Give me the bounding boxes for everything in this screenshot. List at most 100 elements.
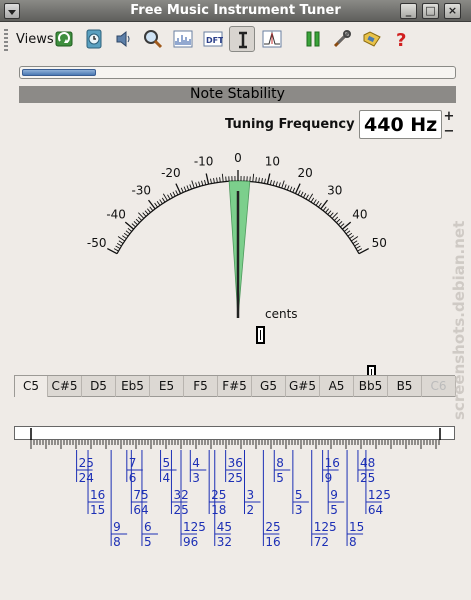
- ratio-denominator: 6: [129, 471, 137, 485]
- gauge-tick: [325, 208, 330, 213]
- note-tab-a5[interactable]: A5: [320, 376, 354, 397]
- ratio-denominator: 18: [211, 503, 226, 517]
- gauge-tick: [123, 232, 129, 237]
- note-tab-g5[interactable]: G5: [252, 376, 286, 397]
- error-band: [228, 180, 251, 319]
- ratio-denominator: 64: [368, 503, 383, 517]
- gauge-tick: [264, 178, 266, 184]
- dft-icon[interactable]: DFT: [200, 26, 226, 52]
- ratio-numerator: 9: [113, 520, 121, 534]
- ratio-numerator: 75: [133, 488, 148, 502]
- ratio-numerator: 3: [247, 488, 255, 502]
- gauge-tick-label: 10: [265, 155, 280, 169]
- ratio-numerator: 7: [129, 456, 137, 470]
- ratio-numerator: 15: [349, 520, 364, 534]
- gauge-tick: [142, 212, 147, 217]
- ratio-denominator: 15: [90, 503, 105, 517]
- pitch-marker-upper: [256, 326, 265, 344]
- note-tab-fsharp5[interactable]: F#5: [218, 376, 252, 397]
- gauge-tick: [318, 202, 322, 208]
- gauge-tick: [310, 197, 315, 203]
- gauge-tick: [292, 187, 296, 193]
- gauge-tick-label: -50: [87, 236, 107, 250]
- help-icon[interactable]: ?: [389, 26, 415, 52]
- note-tab-e5[interactable]: E5: [150, 376, 184, 397]
- gauge-tick: [315, 201, 320, 206]
- note-tab-csharp5[interactable]: C#5: [48, 376, 82, 397]
- tuning-frequency-field[interactable]: 440 Hz: [359, 110, 442, 139]
- toolbar-grip[interactable]: [4, 29, 8, 51]
- gauge-tick: [338, 221, 343, 226]
- ratio-denominator: 3: [295, 503, 303, 517]
- gauge-tick: [354, 242, 360, 247]
- spectrum-icon[interactable]: [170, 26, 196, 52]
- gauge-tick: [355, 245, 361, 249]
- maximize-button[interactable]: □: [422, 3, 439, 19]
- ratio-denominator: 24: [79, 471, 94, 485]
- ratio-denominator: 5: [276, 471, 284, 485]
- tuner-icon[interactable]: [229, 26, 255, 52]
- gauge-tick-label: 40: [352, 207, 367, 221]
- watermark: screenshots.debian.net: [450, 221, 468, 420]
- ratio-numerator: 25: [79, 456, 94, 470]
- ratio-denominator: 32: [217, 535, 232, 549]
- refresh-icon[interactable]: [51, 26, 77, 52]
- magnifier-icon[interactable]: [140, 26, 166, 52]
- waveform-icon[interactable]: [259, 26, 285, 52]
- gauge-tick: [195, 182, 198, 188]
- gauge-tick: [343, 227, 349, 232]
- note-stability-bar: Note Stability: [19, 86, 456, 103]
- ratio-numerator: 9: [330, 488, 338, 502]
- gauge-tick: [115, 245, 121, 249]
- folder-icon[interactable]: [359, 26, 385, 52]
- note-tab-bb5[interactable]: Bb5: [354, 376, 388, 397]
- note-tab-f5[interactable]: F5: [184, 376, 218, 397]
- note-tab-eb5[interactable]: Eb5: [116, 376, 150, 397]
- cents-gauge: -50 -40 -30 -20 -10 0 10 20 30 40 50: [87, 151, 387, 319]
- gauge-tick-label: 30: [327, 184, 342, 198]
- gauge-tick: [322, 206, 327, 211]
- gauge-tick: [146, 208, 151, 213]
- ratio-denominator: 3: [192, 471, 200, 485]
- minimize-button[interactable]: _: [400, 3, 417, 19]
- gauge-tick: [357, 248, 363, 252]
- tools-icon[interactable]: [329, 26, 355, 52]
- frequency-increment-button[interactable]: +: [442, 110, 456, 124]
- clock-icon[interactable]: [81, 26, 107, 52]
- gauge-tick-label: 0: [234, 151, 242, 165]
- gauge-tick: [300, 191, 304, 197]
- gauge-tick: [191, 180, 195, 189]
- gauge-tick: [345, 230, 351, 235]
- ratio-numerator: 6: [144, 520, 152, 534]
- gauge-tick: [289, 186, 293, 192]
- gauge-tick: [137, 216, 143, 221]
- note-tab-gsharp5[interactable]: G#5: [286, 376, 320, 397]
- ratio-denominator: 8: [349, 535, 357, 549]
- ratio-numerator: 8: [276, 456, 284, 470]
- ratio-denominator: 4: [163, 471, 171, 485]
- toolbar: Views DFT ?: [0, 23, 471, 58]
- gauge-tick: [272, 180, 275, 186]
- note-tab-c5[interactable]: C5: [14, 376, 48, 397]
- frequency-decrement-button[interactable]: −: [442, 125, 456, 139]
- gauge-tick: [303, 193, 307, 198]
- pause-icon[interactable]: [300, 26, 326, 52]
- ratio-numerator: 36: [228, 456, 243, 470]
- gauge-tick: [252, 173, 255, 182]
- gauge-tick: [162, 193, 168, 201]
- ratio-denominator: 8: [113, 535, 121, 549]
- gauge-tick: [144, 210, 149, 215]
- ratio-numerator: 45: [217, 520, 232, 534]
- speaker-icon[interactable]: [110, 26, 136, 52]
- gauge-tick: [201, 180, 204, 186]
- cents-label: cents: [265, 307, 298, 321]
- gauge-tick: [281, 180, 285, 189]
- ratio-denominator: 25: [228, 471, 243, 485]
- gauge-tick: [161, 197, 166, 203]
- gauge-tick: [336, 218, 341, 223]
- gauge-tick: [286, 185, 290, 191]
- note-tab-b5[interactable]: B5: [388, 376, 422, 397]
- close-button[interactable]: ×: [444, 3, 461, 19]
- note-tab-d5[interactable]: D5: [82, 376, 116, 397]
- gauge-tick: [167, 194, 171, 200]
